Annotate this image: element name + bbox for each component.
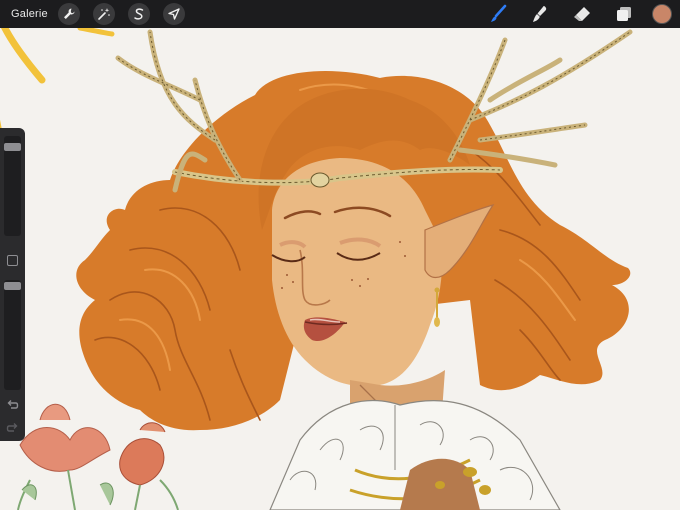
undo-icon	[7, 400, 19, 409]
opacity-thumb[interactable]	[4, 282, 21, 290]
wrench-icon	[63, 8, 75, 19]
transform-button[interactable]	[162, 3, 185, 25]
brush-size-thumb[interactable]	[4, 143, 21, 151]
transform-arrow-icon	[168, 8, 180, 20]
color-picker-button[interactable]	[652, 4, 672, 24]
selection-s-icon	[134, 8, 144, 20]
brush-tool-button[interactable]	[486, 2, 510, 26]
selection-button[interactable]	[127, 3, 150, 25]
layers-button[interactable]	[612, 2, 636, 26]
top-toolbar: Galerie	[0, 0, 680, 28]
modify-button[interactable]	[7, 255, 18, 266]
brush-size-slider[interactable]	[4, 136, 21, 236]
magic-wand-icon	[98, 8, 110, 20]
right-tool-group	[468, 0, 680, 28]
undo-button[interactable]	[5, 398, 20, 413]
layers-icon	[617, 7, 631, 21]
opacity-slider[interactable]	[4, 280, 21, 390]
brush-icon	[491, 4, 507, 22]
eraser-icon	[574, 7, 590, 21]
drawing-canvas[interactable]	[0, 28, 680, 510]
smudge-icon	[533, 6, 547, 22]
gallery-button[interactable]: Galerie	[11, 8, 48, 20]
smudge-tool-button[interactable]	[528, 2, 552, 26]
left-sidebar	[0, 128, 25, 441]
artwork-illustration	[0, 28, 633, 510]
redo-button[interactable]	[5, 421, 20, 436]
actions-wrench-button[interactable]	[57, 3, 80, 25]
redo-icon	[6, 423, 18, 432]
adjustments-button[interactable]	[92, 3, 115, 25]
eraser-tool-button[interactable]	[570, 2, 594, 26]
